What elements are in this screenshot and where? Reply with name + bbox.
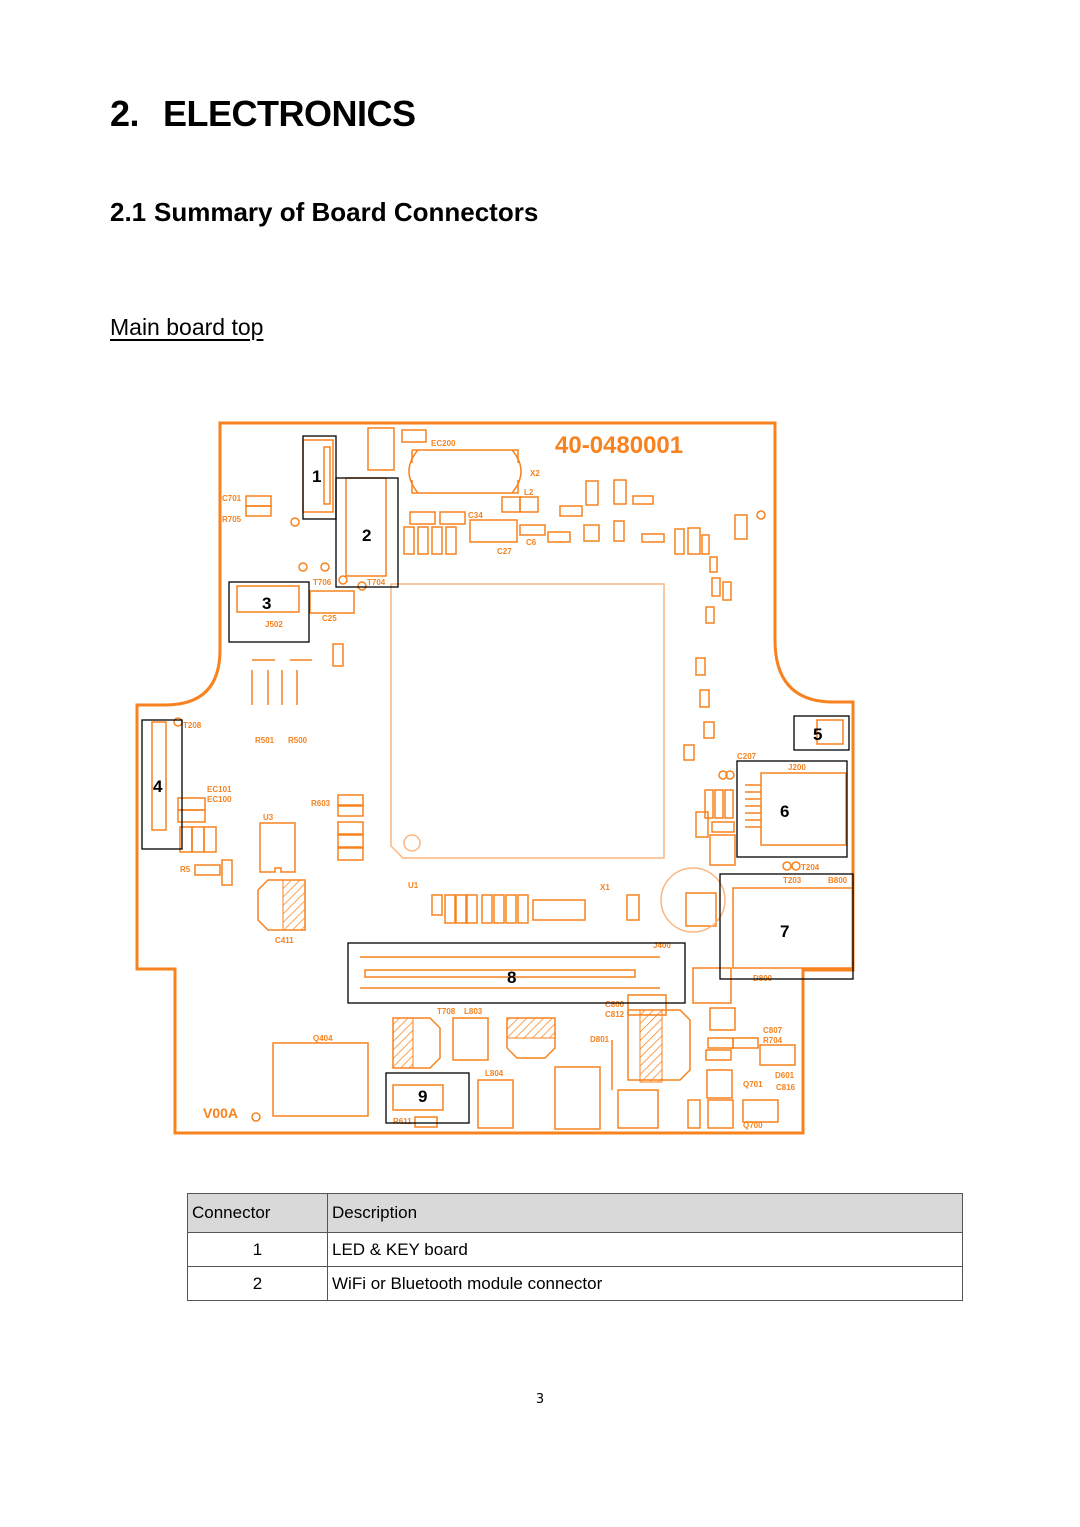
silkscreen-label: C27	[497, 547, 512, 556]
u3-chip	[259, 822, 296, 873]
silkscreen-label: J502	[265, 620, 283, 629]
silkscreen-label: U1	[408, 881, 419, 890]
callout-9: 9	[418, 1087, 427, 1106]
silkscreen-label: X2	[530, 469, 540, 478]
callout-1: 1	[312, 467, 321, 486]
j1-connector	[685, 892, 717, 927]
callout-8: 8	[507, 968, 516, 987]
silkscreen-label: R500	[288, 736, 308, 745]
silkscreen-label: EC101	[207, 785, 232, 794]
connector-cell: 2	[187, 1266, 328, 1301]
callout-6: 6	[780, 802, 789, 821]
silkscreen-label: C812	[605, 1010, 625, 1019]
j101-connector	[151, 721, 167, 831]
callout-2: 2	[362, 526, 371, 545]
cpu-outline	[390, 583, 665, 859]
callout-box-6	[736, 760, 848, 858]
silkscreen-label: D601	[775, 1071, 795, 1080]
j200-connector	[760, 772, 847, 846]
table-row: 1 LED & KEY board	[187, 1232, 963, 1267]
page-number: 3	[535, 1392, 545, 1407]
callout-numbers: 1 2 3 4 5 6 7 8 9	[153, 467, 822, 1106]
silkscreen-label: T204	[801, 863, 820, 872]
silkscreen-label: R705	[222, 515, 242, 524]
silkscreen-label: R611	[393, 1117, 412, 1126]
callout-box-9	[385, 1072, 470, 1124]
silkscreen-label: C34	[468, 511, 483, 520]
silkscreen-label: L803	[464, 1007, 483, 1016]
c200	[367, 427, 395, 471]
silkscreen-label: T706	[313, 578, 332, 587]
j700-pins	[323, 446, 331, 505]
silkscreen-label: C800	[605, 1000, 625, 1009]
silkscreen-label: R501	[255, 736, 275, 745]
silkscreen-label: C25	[322, 614, 337, 623]
label-ec200: EC200	[431, 439, 456, 448]
connector-cell: 1	[187, 1232, 328, 1267]
silkscreen-label: L2	[524, 488, 534, 497]
silkscreen-label: T208	[183, 721, 202, 730]
silkscreen-label: R5	[180, 865, 191, 874]
silkscreen-label: R704	[763, 1036, 783, 1045]
cpu-pin1-marker	[403, 834, 421, 852]
silkscreen-label: X1	[600, 883, 610, 892]
silkscreen-label: T203	[783, 876, 802, 885]
description-cell: LED & KEY board	[327, 1232, 963, 1267]
x2-crystal	[411, 449, 519, 494]
silkscreen-label: C701	[222, 494, 242, 503]
callout-5: 5	[813, 725, 822, 744]
callout-4: 4	[153, 777, 163, 796]
board-part-number: 40-0480001	[555, 432, 683, 459]
silkscreen-label: J400	[653, 941, 671, 950]
silkscreen-label: J200	[788, 763, 806, 772]
silkscreen-label: L804	[485, 1069, 504, 1078]
callout-3: 3	[262, 594, 271, 613]
silkscreen-label: D801	[590, 1035, 610, 1044]
column-header-description: Description	[327, 1193, 963, 1233]
column-header-connector: Connector	[187, 1193, 328, 1233]
main-board-diagram: 40-0480001 V00A EC200 X2 L2 C34 C27 C6 C…	[135, 421, 855, 1135]
silkscreen-label: R603	[311, 799, 331, 808]
silkscreen-label: Q404	[313, 1034, 333, 1043]
table-row: 2 WiFi or Bluetooth module connector	[187, 1266, 963, 1301]
ec200	[401, 429, 427, 443]
silkscreen-label: B800	[828, 876, 848, 885]
silkscreen-label: C411	[275, 936, 294, 945]
usb-connector	[732, 887, 854, 969]
silkscreen-label: C6	[526, 538, 537, 547]
silkscreen-label: C816	[776, 1083, 796, 1092]
table-header-row: Connector Description	[187, 1193, 963, 1233]
silkscreen-label: EC100	[207, 795, 232, 804]
components	[151, 427, 854, 1130]
hatched-capacitors	[282, 879, 663, 1083]
silkscreen-label: C807	[763, 1026, 783, 1035]
q404	[272, 1042, 369, 1117]
board-version-label: V00A	[203, 1105, 238, 1121]
silkscreen-label: Q700	[743, 1121, 763, 1130]
silkscreen-label: T708	[437, 1007, 456, 1016]
description-cell: WiFi or Bluetooth module connector	[327, 1266, 963, 1301]
board-outline	[135, 421, 855, 1135]
silkscreen-label: U3	[263, 813, 274, 822]
silkscreen-label: T704	[367, 578, 386, 587]
silkscreen-label: C207	[737, 752, 757, 761]
silkscreen-label: Q701	[743, 1080, 763, 1089]
connector-table: Connector Description 1 LED & KEY board …	[187, 1193, 963, 1301]
callout-7: 7	[780, 922, 789, 941]
